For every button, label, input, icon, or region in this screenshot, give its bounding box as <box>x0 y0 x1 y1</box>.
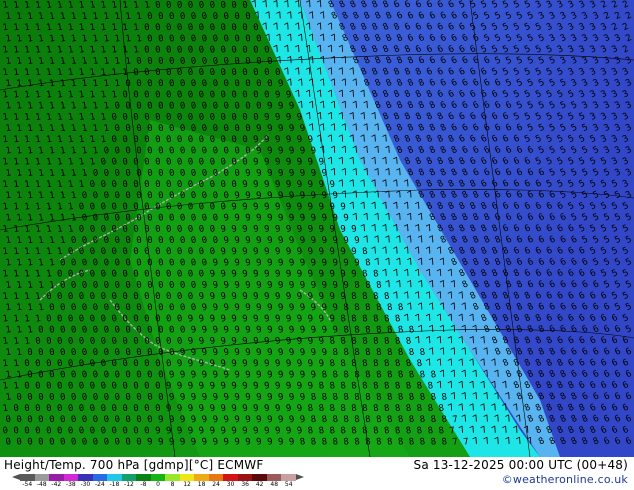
legend-swatch <box>92 474 108 481</box>
legend-tick-label: -8 <box>140 481 146 488</box>
legend-swatch <box>136 474 152 481</box>
legend-arrow-left-icon <box>12 474 20 480</box>
legend-swatch <box>78 474 94 481</box>
legend-tick-label: -42 <box>51 481 61 488</box>
legend-tick-label: -48 <box>37 481 47 488</box>
legend-swatch <box>179 474 195 481</box>
legend-swatch <box>107 474 123 481</box>
legend-tick-label: -54 <box>22 481 32 488</box>
legend-tick-label: 18 <box>198 481 206 488</box>
legend-swatch <box>121 474 137 481</box>
map-title: Height/Temp. 700 hPa [gdmp][°C] ECMWF <box>4 458 263 472</box>
legend-tick-label: 30 <box>227 481 235 488</box>
legend-swatch <box>281 474 297 481</box>
legend-swatch <box>63 474 79 481</box>
legend-tick-label: 8 <box>171 481 175 488</box>
legend-tick-label: 42 <box>256 481 264 488</box>
legend-swatch <box>34 474 50 481</box>
color-legend: -54 -48 -42 -38 -30 -24 -18 -12 -8 0 8 12 18 24 30 36 42… <box>12 474 304 488</box>
map-datetime: Sa 13-12-2025 00:00 UTC (00+48) <box>414 458 629 472</box>
legend-tick-label: 36 <box>241 481 249 488</box>
weather-map-frame: 1111111111111100000000077777778888886666… <box>0 0 634 490</box>
legend-swatch <box>208 474 224 481</box>
legend-swatch <box>252 474 268 481</box>
legend-arrow-right-icon <box>296 474 304 480</box>
legend-tick-label: 48 <box>270 481 278 488</box>
legend-tick-label: 54 <box>285 481 293 488</box>
legend-tick-label: 0 <box>156 481 160 488</box>
legend-tick-label: -18 <box>110 481 120 488</box>
legend-tick-label: -30 <box>80 481 90 488</box>
legend-swatch <box>150 474 166 481</box>
legend-swatch <box>237 474 253 481</box>
temperature-map[interactable]: 1111111111111100000000077777778888886666… <box>0 0 634 457</box>
legend-swatch <box>20 474 36 481</box>
legend-tick-label: -12 <box>124 481 134 488</box>
legend-swatch <box>266 474 282 481</box>
credit-link[interactable]: ©weatheronline.co.uk <box>502 473 628 486</box>
legend-swatch <box>165 474 181 481</box>
map-footer: Height/Temp. 700 hPa [gdmp][°C] ECMWF Sa… <box>0 457 634 490</box>
legend-tick-label: -24 <box>95 481 105 488</box>
legend-swatch <box>223 474 239 481</box>
legend-tick-label: 12 <box>183 481 191 488</box>
legend-tick-label: -38 <box>66 481 76 488</box>
legend-swatch <box>49 474 65 481</box>
legend-swatch <box>194 474 210 481</box>
legend-tick-label: 24 <box>212 481 220 488</box>
